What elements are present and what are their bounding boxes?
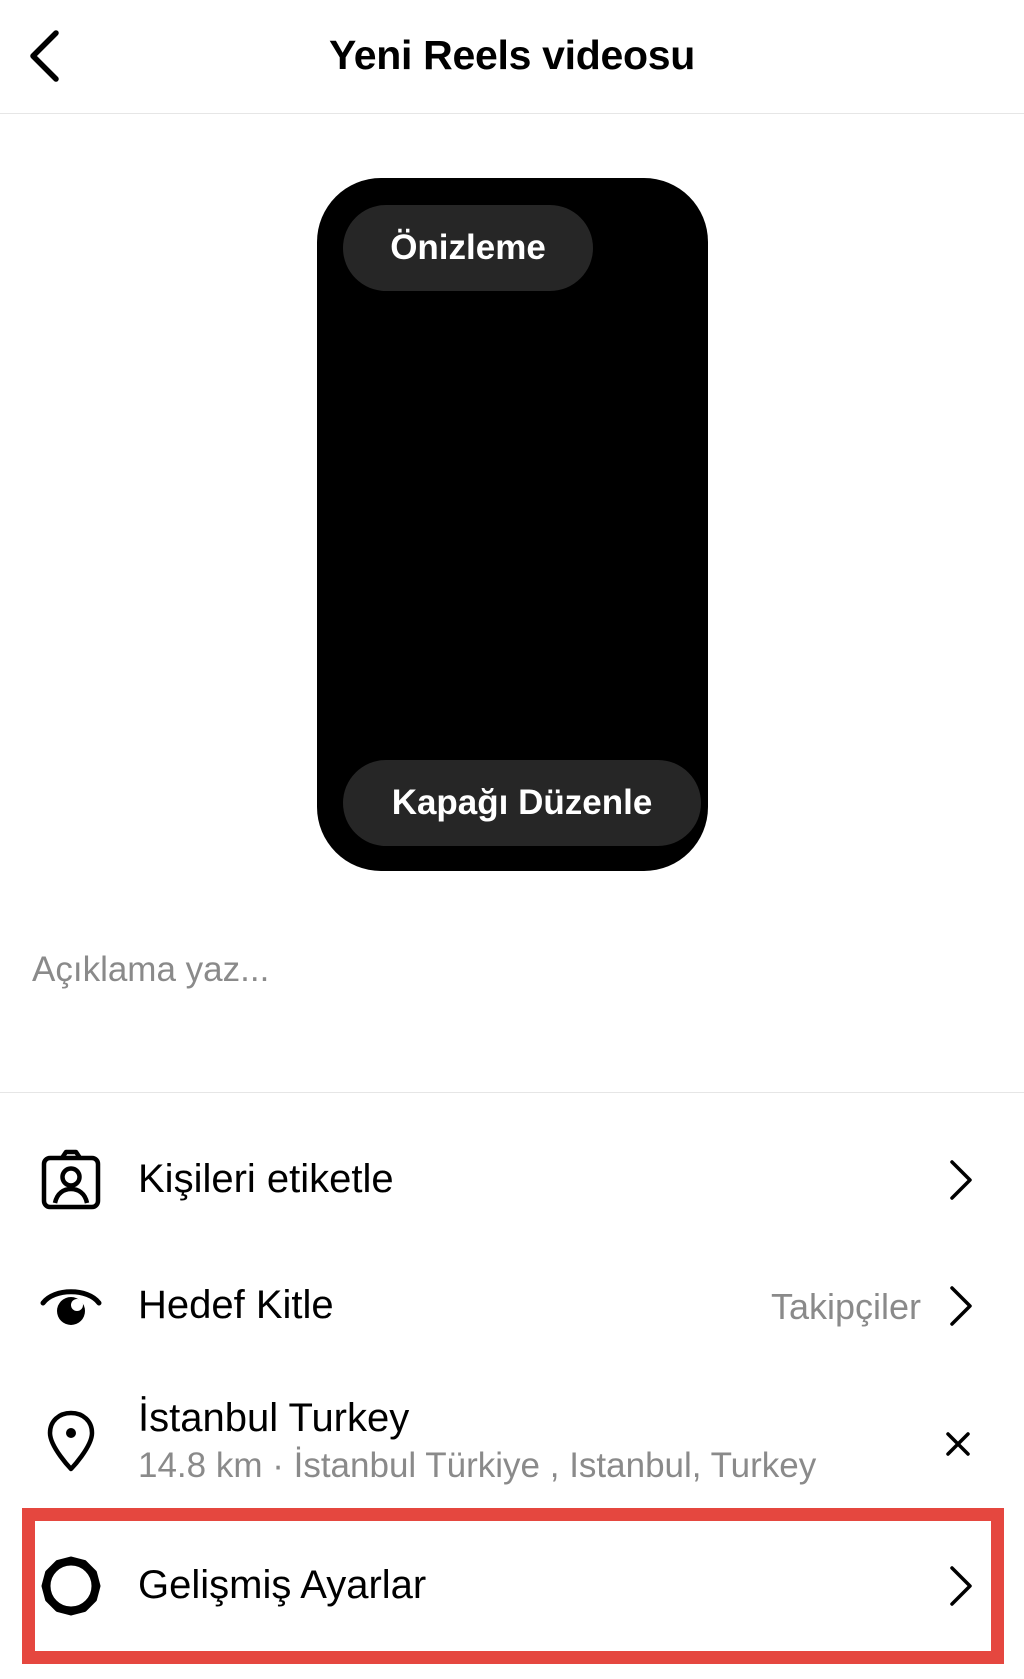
reel-preview[interactable]: Önizleme Kapağı Düzenle xyxy=(317,178,708,871)
edit-cover-button[interactable]: Kapağı Düzenle xyxy=(343,760,701,846)
advanced-settings-label: Gelişmiş Ayarlar xyxy=(138,1563,427,1607)
caption-input[interactable] xyxy=(32,940,992,1000)
page-title: Yeni Reels videosu xyxy=(328,32,696,78)
location-pin-icon xyxy=(38,1408,104,1474)
audience-row[interactable]: Hedef Kitle Takipçiler xyxy=(0,1256,1024,1356)
location-label: İstanbul Turkey xyxy=(138,1396,410,1440)
remove-location-button[interactable] xyxy=(940,1426,976,1462)
audience-label: Hedef Kitle xyxy=(138,1283,334,1327)
advanced-settings-row[interactable]: Gelişmiş Ayarlar xyxy=(0,1530,1024,1642)
divider xyxy=(0,1092,1024,1093)
gear-icon xyxy=(38,1553,104,1619)
tag-people-label: Kişileri etiketle xyxy=(138,1157,394,1201)
close-icon xyxy=(946,1432,970,1456)
location-sub: 14.8 km · İstanbul Türkiye , Istanbul, T… xyxy=(138,1446,817,1485)
header-bar: Yeni Reels videosu xyxy=(0,0,1024,114)
chevron-right-icon xyxy=(944,1284,978,1328)
chevron-right-icon xyxy=(944,1564,978,1608)
chevron-right-icon xyxy=(944,1158,978,1202)
tag-people-row[interactable]: Kişileri etiketle xyxy=(0,1130,1024,1230)
eye-icon xyxy=(38,1273,104,1339)
audience-value: Takipçiler xyxy=(770,1286,921,1327)
preview-button[interactable]: Önizleme xyxy=(343,205,593,291)
tag-person-icon xyxy=(38,1147,104,1213)
location-row[interactable]: İstanbul Turkey 14.8 km · İstanbul Türki… xyxy=(0,1384,1024,1504)
